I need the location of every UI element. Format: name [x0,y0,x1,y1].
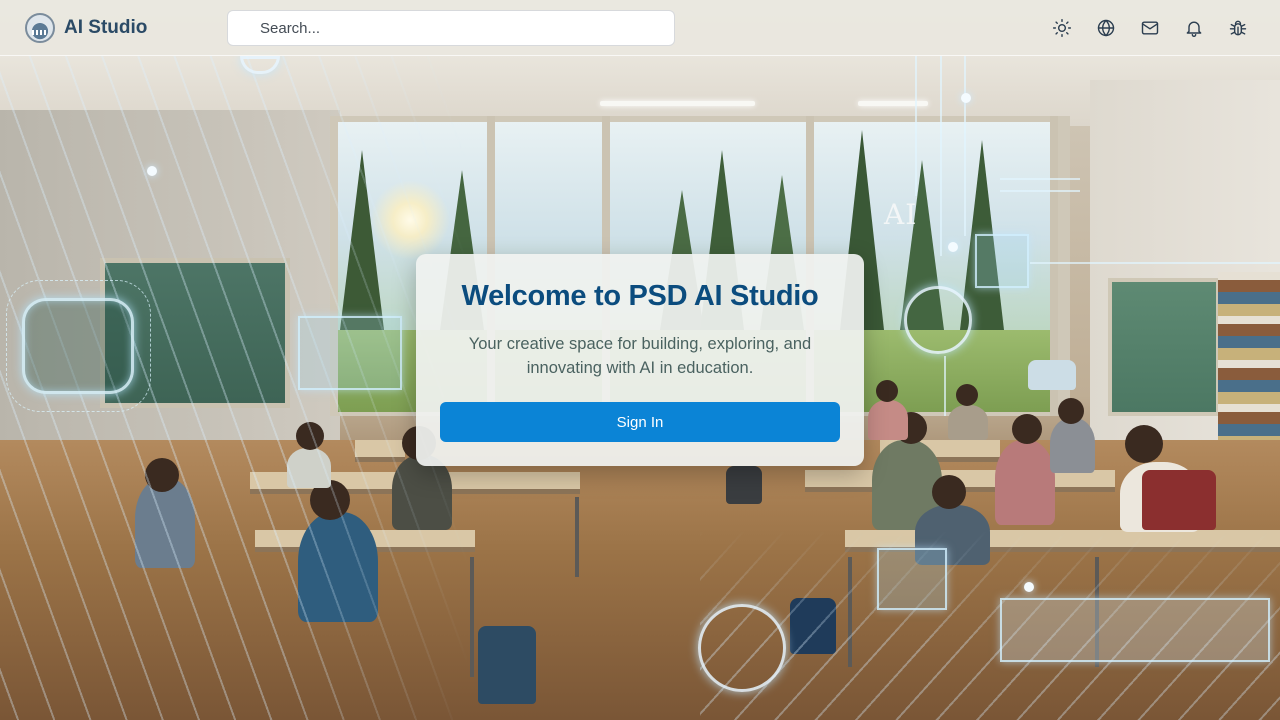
student-head [1058,398,1084,424]
district-logo[interactable] [25,13,55,43]
globe-hologram [877,548,947,610]
backpack [726,466,762,504]
circuit-line [944,356,946,416]
theme-toggle-button[interactable] [1050,16,1074,40]
student-head [1125,425,1163,463]
circuit-node [948,242,958,252]
circuit-line [915,56,917,196]
circuit-node [1024,582,1034,592]
student-head [956,384,978,406]
bell-icon [1186,21,1202,37]
panel-hologram [1000,598,1270,662]
student [995,440,1055,525]
ceiling-light [600,101,755,106]
data-panel-hologram [298,316,402,390]
language-button[interactable] [1094,16,1118,40]
student [868,400,908,440]
gear-icon [698,604,786,692]
messages-button[interactable] [1138,16,1162,40]
desk-leg [575,497,579,577]
circuit-line [1000,190,1080,192]
top-navbar: AI Studio [0,0,1280,56]
student [948,405,988,440]
desk-leg [470,557,474,677]
circuit-node [961,93,971,103]
student-head [876,380,898,402]
welcome-subtitle: Your creative space for building, explor… [468,335,812,377]
circuit-line [1000,178,1080,180]
sign-in-button[interactable]: Sign In [440,402,840,442]
circuit-line [964,56,966,236]
computer-monitor [1028,360,1076,390]
gear-icon [904,286,972,354]
student [1050,418,1095,473]
bug-icon [1229,20,1247,36]
globe-icon [1097,19,1115,37]
student-head [932,475,966,509]
circuit-chip [22,298,134,394]
circuit-line [1030,262,1280,264]
ceiling-light [858,101,928,106]
target-hologram [975,234,1029,288]
circuit-node [147,166,157,176]
sun-icon [1052,18,1072,38]
mail-icon [1141,21,1159,35]
backpack [478,626,536,704]
backpack [1142,470,1216,530]
app-title[interactable]: AI Studio [64,17,147,39]
search-input[interactable] [227,10,675,46]
circuit-line [940,56,942,256]
chalkboard [1108,278,1220,416]
report-bug-button[interactable] [1226,16,1250,40]
welcome-title: Welcome to PSD AI Studio [461,280,819,312]
welcome-card: Welcome to PSD AI Studio Your creative s… [416,254,864,466]
ai-hologram-text: AI [884,198,918,231]
student-head [1012,414,1042,444]
notifications-button[interactable] [1182,16,1206,40]
